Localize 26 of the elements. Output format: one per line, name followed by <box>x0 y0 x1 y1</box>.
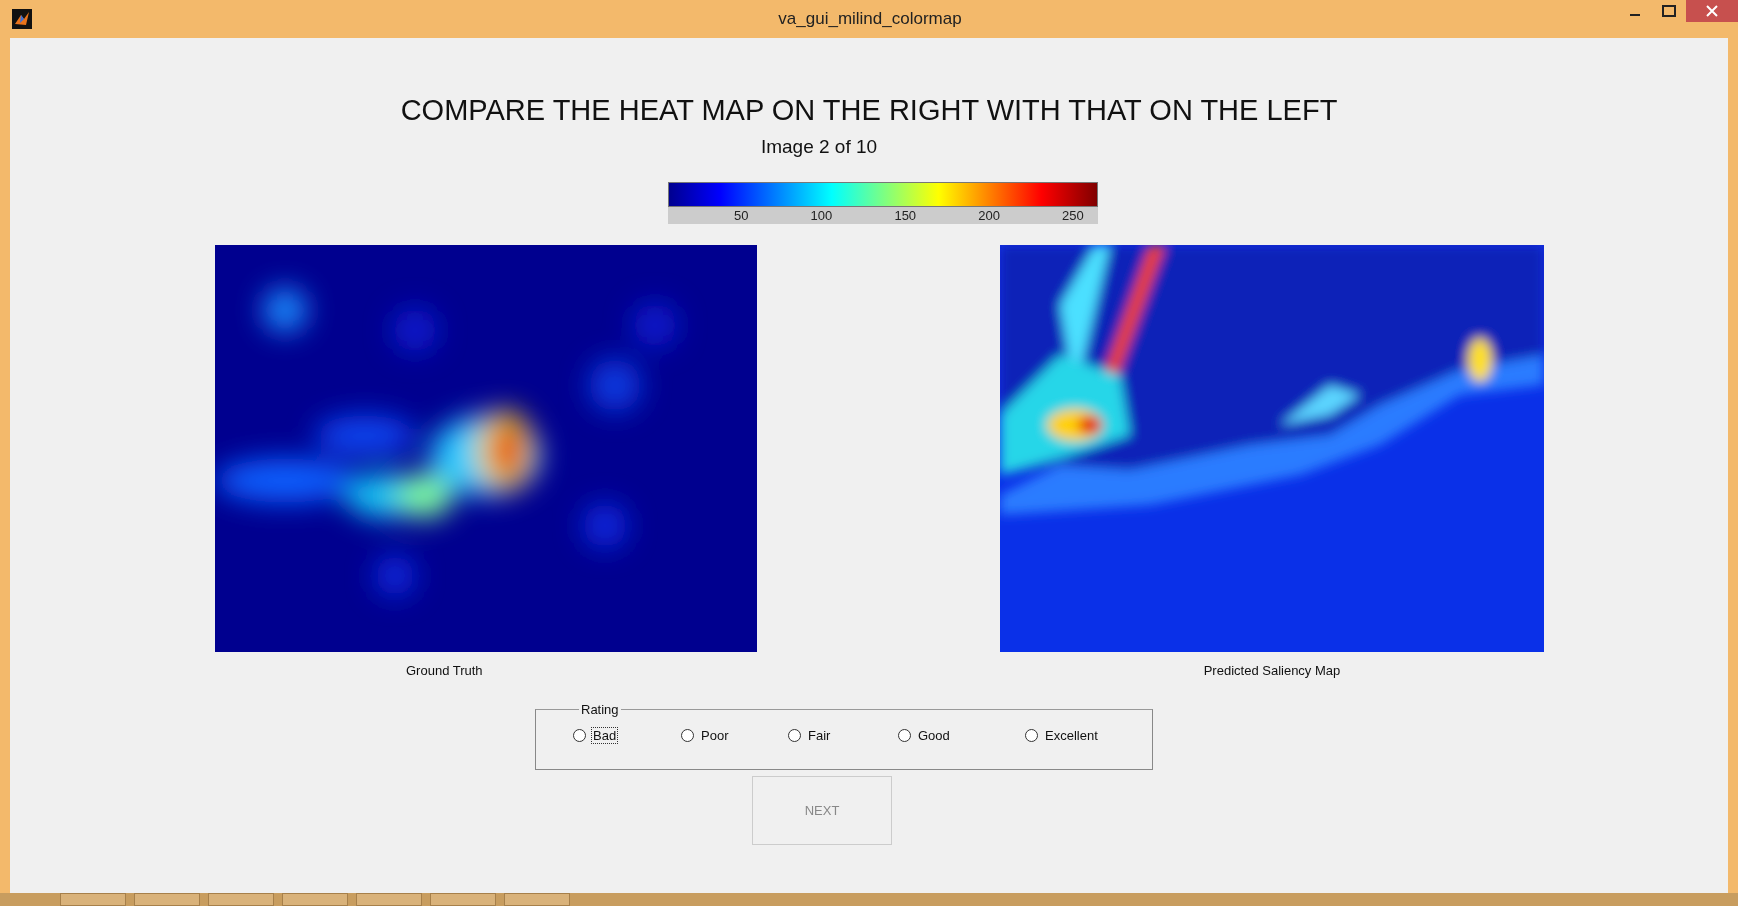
rating-option[interactable]: Good <box>898 727 1025 744</box>
maximize-icon <box>1662 5 1676 17</box>
tick-label: 200 <box>978 208 1000 223</box>
heading: COMPARE THE HEAT MAP ON THE RIGHT WITH THAT ON THE LEFT <box>400 94 1338 127</box>
rating-legend: Rating <box>579 702 621 717</box>
minimize-icon <box>1630 14 1640 16</box>
progress-text: Image 2 of 10 <box>760 136 878 158</box>
rating-option[interactable]: Bad <box>573 727 681 744</box>
tick-label: 150 <box>894 208 917 223</box>
image-caption: Predicted Saliency Map <box>1203 663 1341 678</box>
tick-label: 100 <box>810 208 833 223</box>
app-icon <box>12 9 32 29</box>
close-icon <box>1706 5 1718 17</box>
radio-button[interactable] <box>1025 729 1038 742</box>
rating-option[interactable]: Excellent <box>1025 727 1145 744</box>
image-caption: Ground Truth <box>406 663 484 678</box>
tick-label: 250 <box>1062 208 1084 223</box>
close-button[interactable] <box>1686 0 1738 22</box>
window-title: va_gui_milind_colormap <box>777 9 963 29</box>
radio-button[interactable] <box>573 729 586 742</box>
radio-button[interactable] <box>898 729 911 742</box>
tick-label: 50 <box>733 208 749 223</box>
rating-option[interactable]: Poor <box>681 727 788 744</box>
rating-option[interactable]: Fair <box>788 727 898 744</box>
radio-button[interactable] <box>788 729 801 742</box>
radio-button[interactable] <box>681 729 694 742</box>
